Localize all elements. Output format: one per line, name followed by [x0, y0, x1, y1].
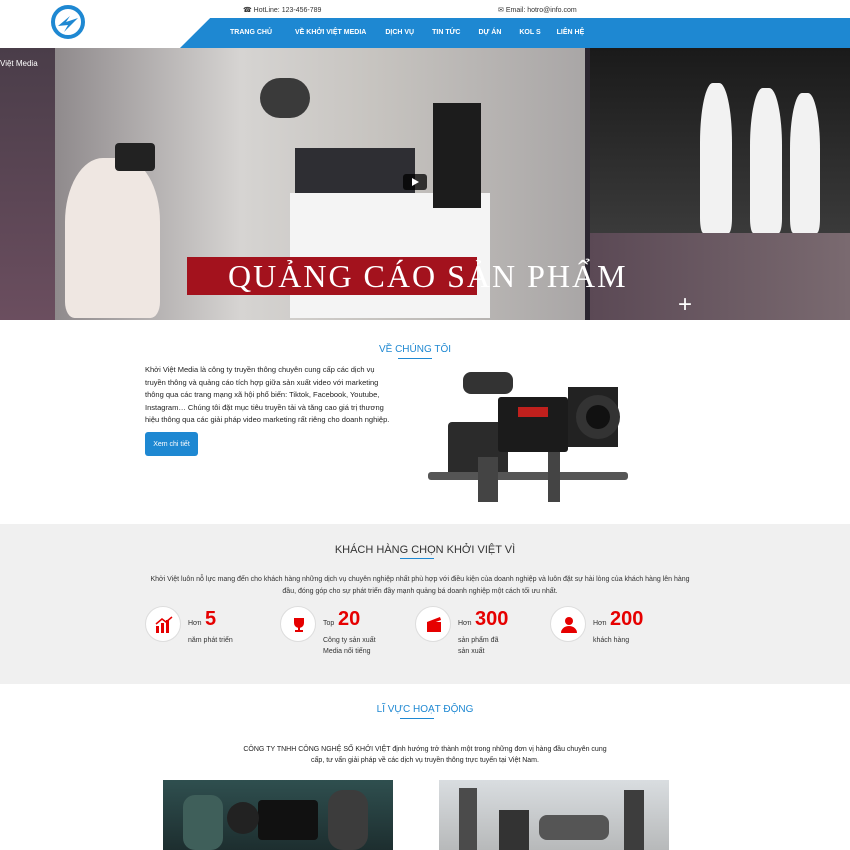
- play-button[interactable]: [403, 174, 427, 190]
- nav-about[interactable]: VỀ KHỞI VIỆT MEDIA: [295, 29, 366, 36]
- why-text: Khởi Việt luôn nỗ lực mang đến cho khách…: [150, 576, 690, 595]
- white-pedestal: [290, 193, 490, 318]
- field-card-shooting[interactable]: [439, 780, 669, 850]
- nav-projects[interactable]: DỰ ÁN: [478, 29, 501, 36]
- nav-services[interactable]: DỊCH VỤ: [385, 29, 414, 36]
- product-box: [433, 103, 481, 208]
- hero-right-image: [590, 48, 850, 233]
- model-figure: [750, 88, 782, 233]
- hero-slider[interactable]: Việt Media QUẢNG CÁO SẢN PHẨM +: [0, 48, 850, 320]
- stat-years: Hơn 5 năm phát triển: [145, 603, 285, 653]
- camera-shape: [115, 143, 155, 171]
- stat-desc: sản phẩm đã sản xuất: [458, 637, 499, 655]
- nav-contact[interactable]: LIÊN HỆ: [557, 29, 585, 36]
- stat-customers: Hơn 200 khách hàng: [550, 603, 690, 653]
- fields-divider: [400, 718, 434, 719]
- stat-number: 20: [338, 608, 361, 630]
- hotline-text: ☎ HotLine: 123-456-789: [243, 7, 322, 14]
- field-card-image: [183, 790, 368, 850]
- why-title: KHÁCH HÀNG CHỌN KHỞI VIỆT VÌ: [334, 544, 516, 556]
- why-divider: [400, 558, 434, 559]
- stat-number: 5: [205, 608, 217, 630]
- email-text: ✉ Email: hotro@info.com: [498, 7, 577, 14]
- nav-home[interactable]: TRANG CHỦ: [230, 29, 272, 36]
- nav-kols[interactable]: KOL S: [519, 29, 540, 36]
- page: ☎ HotLine: 123-456-789 ✉ Email: hotro@in…: [0, 0, 850, 850]
- stat-prefix: Hơn: [593, 620, 607, 627]
- stat-prefix: Top: [323, 620, 335, 627]
- model-figure: [790, 93, 820, 233]
- site-header: ☎ HotLine: 123-456-789 ✉ Email: hotro@in…: [0, 0, 850, 48]
- cinema-camera-image: [428, 372, 628, 502]
- stat-number: 200: [610, 608, 644, 630]
- fields-text: CÔNG TY TNHH CÔNG NGHỆ SỐ KHỞI VIỆT định…: [243, 746, 607, 764]
- hero-lower-right-image: [590, 233, 850, 320]
- hero-left-panel: Việt Media: [0, 48, 55, 320]
- chart-icon: [145, 606, 181, 642]
- stat-top: Top 20 Công ty sản xuất Media nổi tiếng: [280, 603, 420, 655]
- trophy-icon: [280, 606, 316, 642]
- model-figure: [700, 83, 732, 233]
- plus-icon: +: [678, 291, 693, 318]
- stat-desc: khách hàng: [593, 637, 630, 644]
- film-icon: [415, 606, 451, 642]
- fields-title: LĨ VỰC HOẠT ĐỘNG: [376, 704, 474, 715]
- user-icon: [550, 606, 586, 642]
- photographer-figure: [65, 158, 160, 318]
- stat-desc: năm phát triển: [188, 637, 233, 644]
- about-divider: [398, 358, 432, 359]
- field-card-image: [459, 788, 644, 850]
- nav-news[interactable]: TIN TỨC: [432, 29, 460, 36]
- topbar: ☎ HotLine: 123-456-789 ✉ Email: hotro@in…: [0, 0, 850, 18]
- stat-number: 300: [475, 608, 509, 630]
- stat-desc: Công ty sản xuất Media nổi tiếng: [323, 637, 376, 655]
- stat-products: Hơn 300 sản phẩm đã sản xuất: [415, 603, 555, 655]
- about-text: Khởi Việt Media là công ty truyền thông …: [145, 365, 390, 424]
- stat-prefix: Hơn: [188, 620, 202, 627]
- view-detail-button[interactable]: Xem chi tiết: [145, 432, 198, 456]
- monitor-shape: [295, 148, 415, 198]
- field-card-production[interactable]: [163, 780, 393, 850]
- about-title: VỀ CHÚNG TÔI: [378, 344, 452, 355]
- main-nav: TRANG CHỦ VỀ KHỞI VIỆT MEDIA DỊCH VỤ TIN…: [230, 29, 584, 36]
- softbox-light: [260, 78, 310, 118]
- hero-caption: QUẢNG CÁO SẢN PHẨM: [228, 258, 628, 294]
- hero-label: Việt Media: [0, 59, 38, 68]
- stat-prefix: Hơn: [458, 620, 472, 627]
